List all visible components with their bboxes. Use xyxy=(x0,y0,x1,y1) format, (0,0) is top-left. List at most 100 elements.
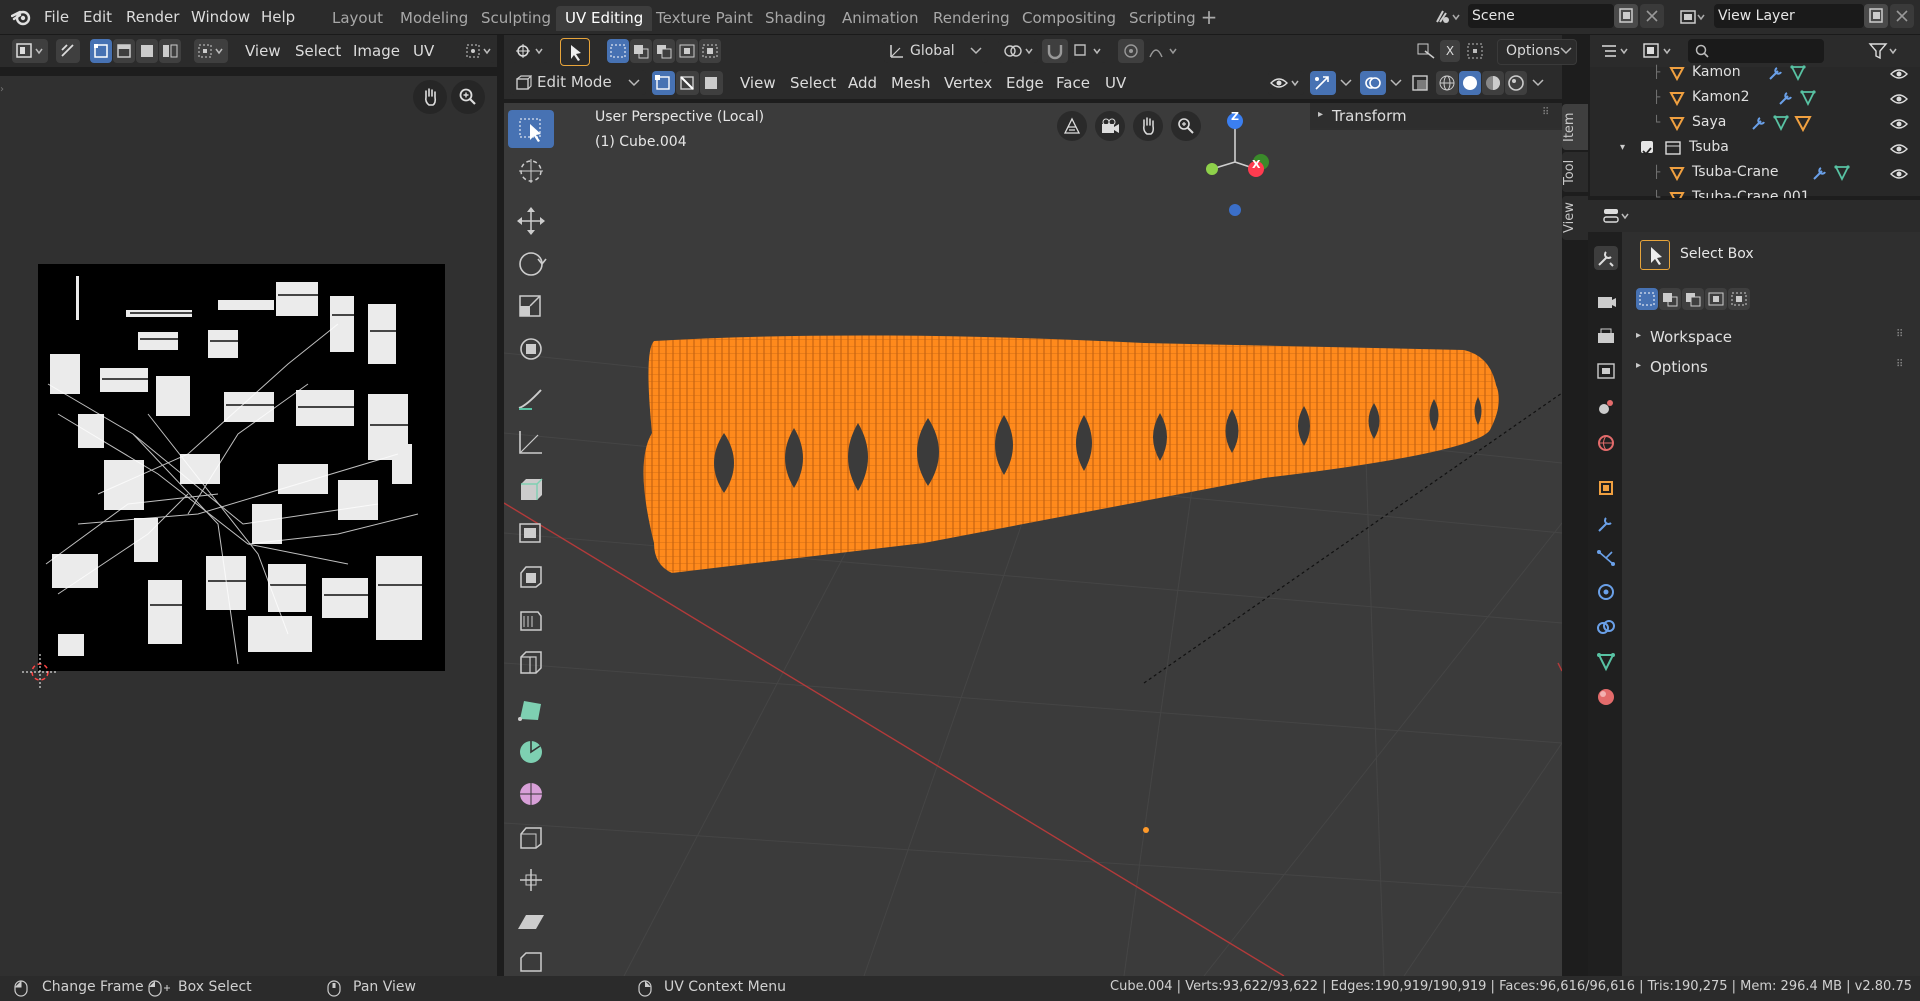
shading-dropdown-icon[interactable] xyxy=(1530,71,1546,95)
drag-handle-icon[interactable]: ⠿ xyxy=(1896,329,1903,340)
transform-affect-icon[interactable] xyxy=(1464,40,1486,62)
scene-properties-tab[interactable] xyxy=(1594,395,1618,419)
drag-handle-icon[interactable]: ⠿ xyxy=(1896,359,1903,370)
tool-add-cube[interactable] xyxy=(508,470,554,508)
tool-shear[interactable] xyxy=(508,903,554,941)
tab-compositing[interactable]: Compositing xyxy=(1013,6,1125,31)
prop-mode-intersect-button[interactable] xyxy=(1728,288,1750,310)
show-overlays-button[interactable] xyxy=(1360,71,1386,95)
menu-window[interactable]: Window xyxy=(191,0,250,34)
vp-menu-face[interactable]: Face xyxy=(1056,69,1090,97)
pivot-point-dropdown[interactable] xyxy=(998,39,1038,63)
delete-view-layer-button[interactable] xyxy=(1890,4,1914,28)
tab-uv-editing[interactable]: UV Editing xyxy=(556,6,653,31)
uv-menu-image[interactable]: Image xyxy=(353,37,400,65)
2d-cursor[interactable] xyxy=(10,650,70,694)
mode-dropdown[interactable]: Edit Mode xyxy=(510,70,646,95)
face-select-mode-button[interactable] xyxy=(700,71,723,95)
toggle-camera-ortho-icon[interactable] xyxy=(1057,111,1087,141)
uv-vertex-select-button[interactable] xyxy=(90,39,112,63)
prop-mode-set-button[interactable] xyxy=(1636,288,1658,310)
edge-select-mode-button[interactable] xyxy=(676,71,699,95)
delete-scene-button[interactable] xyxy=(1640,4,1664,28)
navigation-gizmo[interactable]: Z X xyxy=(1190,107,1280,217)
vertex-select-mode-button[interactable] xyxy=(652,71,675,95)
view-layer-properties-tab[interactable] xyxy=(1594,359,1618,383)
snap-toggle-button[interactable] xyxy=(1042,39,1068,63)
mode-invert-button[interactable] xyxy=(676,39,698,63)
uv-menu-uv[interactable]: UV xyxy=(413,37,434,65)
tab-sculpting[interactable]: Sculpting xyxy=(472,6,560,31)
viewport-pan-hand-icon[interactable] xyxy=(1133,111,1163,141)
camera-view-icon[interactable] xyxy=(1095,111,1125,141)
tool-rotate[interactable] xyxy=(508,245,554,283)
object-properties-tab[interactable] xyxy=(1594,476,1618,500)
tool-edge-slide[interactable] xyxy=(508,818,554,856)
tab-layout[interactable]: Layout xyxy=(323,6,392,31)
prop-mode-extend-button[interactable] xyxy=(1659,288,1681,310)
prop-mode-invert-button[interactable] xyxy=(1705,288,1727,310)
active-tool-select-button[interactable] xyxy=(560,38,590,66)
tool-properties-tab[interactable] xyxy=(1594,246,1618,270)
tab-item[interactable]: Item xyxy=(1562,104,1588,150)
tab-view[interactable]: View xyxy=(1562,196,1588,240)
render-properties-tab[interactable] xyxy=(1594,290,1618,314)
uv-zoom-icon[interactable] xyxy=(451,80,485,114)
collapse-arrow-icon[interactable]: ▾ xyxy=(1620,135,1625,160)
shading-solid-button[interactable] xyxy=(1459,71,1481,95)
particles-properties-tab[interactable] xyxy=(1594,546,1618,570)
tool-inset[interactable] xyxy=(508,557,554,595)
outliner-row-kamon2[interactable]: ├ Kamon2 xyxy=(1590,85,1920,110)
tool-move[interactable] xyxy=(508,202,554,240)
tab-rendering[interactable]: Rendering xyxy=(924,6,1019,31)
tool-cursor[interactable] xyxy=(508,152,554,190)
collection-checkbox[interactable] xyxy=(1641,141,1653,156)
world-properties-tab[interactable] xyxy=(1594,431,1618,455)
tab-texture-paint[interactable]: Texture Paint xyxy=(647,6,762,31)
view-layer-field[interactable]: View Layer xyxy=(1714,4,1864,28)
outliner-row-tsuba[interactable]: ▾ Tsuba xyxy=(1590,135,1920,160)
shading-wireframe-button[interactable] xyxy=(1436,71,1458,95)
proportional-edit-button[interactable] xyxy=(1118,39,1144,63)
new-view-layer-button[interactable] xyxy=(1864,4,1888,28)
uv-texture-image[interactable] xyxy=(38,264,445,671)
tab-scripting[interactable]: Scripting xyxy=(1120,6,1205,31)
gizmo-dropdown-icon[interactable] xyxy=(1338,71,1354,95)
data-properties-tab[interactable] xyxy=(1594,650,1618,674)
outliner-row-tsuba-crane-001[interactable]: └ Tsuba-Crane.001 xyxy=(1590,185,1920,198)
uv-menu-select[interactable]: Select xyxy=(295,37,341,65)
tool-rip[interactable] xyxy=(508,946,554,974)
visibility-dropdown[interactable] xyxy=(1268,71,1304,95)
mode-extend-button[interactable] xyxy=(630,39,652,63)
transform-panel[interactable]: ▸ Transform ⠿ xyxy=(1310,103,1562,130)
outliner-row-tsuba-crane[interactable]: ├ Tsuba-Crane xyxy=(1590,160,1920,185)
tool-select-box[interactable] xyxy=(508,110,554,148)
output-properties-tab[interactable] xyxy=(1594,325,1618,349)
tool-transform[interactable] xyxy=(508,330,554,368)
tool-spin[interactable] xyxy=(508,733,554,771)
uv-face-select-button[interactable] xyxy=(136,39,158,63)
tab-animation[interactable]: Animation xyxy=(833,6,927,31)
editor-type-button[interactable] xyxy=(12,39,48,63)
drag-handle-icon[interactable]: ⠿ xyxy=(1542,107,1549,118)
sticky-selection-button[interactable] xyxy=(194,39,228,63)
vp-menu-mesh[interactable]: Mesh xyxy=(891,69,931,97)
scene-icon[interactable] xyxy=(1430,6,1464,28)
uv-pan-hand-icon[interactable] xyxy=(413,80,447,114)
tool-scale[interactable] xyxy=(508,287,554,325)
menu-file[interactable]: File xyxy=(44,0,69,34)
new-scene-button[interactable] xyxy=(1614,4,1638,28)
panel-options[interactable]: ▸ Options ⠿ xyxy=(1632,356,1914,382)
add-workspace-icon[interactable]: + xyxy=(1199,5,1219,29)
vp-menu-select[interactable]: Select xyxy=(790,69,836,97)
uv-menu-view[interactable]: View xyxy=(245,37,281,65)
toggle-gizmo-x-button[interactable]: X xyxy=(1440,40,1460,62)
vp-menu-add[interactable]: Add xyxy=(848,69,877,97)
mode-subtract-button[interactable] xyxy=(653,39,675,63)
active-tool-row[interactable]: Select Box xyxy=(1640,240,1910,270)
vp-menu-view[interactable]: View xyxy=(740,69,776,97)
physics-properties-tab[interactable] xyxy=(1594,580,1618,604)
proportional-falloff-dropdown[interactable] xyxy=(1146,39,1182,63)
blender-logo-icon[interactable] xyxy=(10,7,32,27)
tool-measure[interactable] xyxy=(508,423,554,461)
